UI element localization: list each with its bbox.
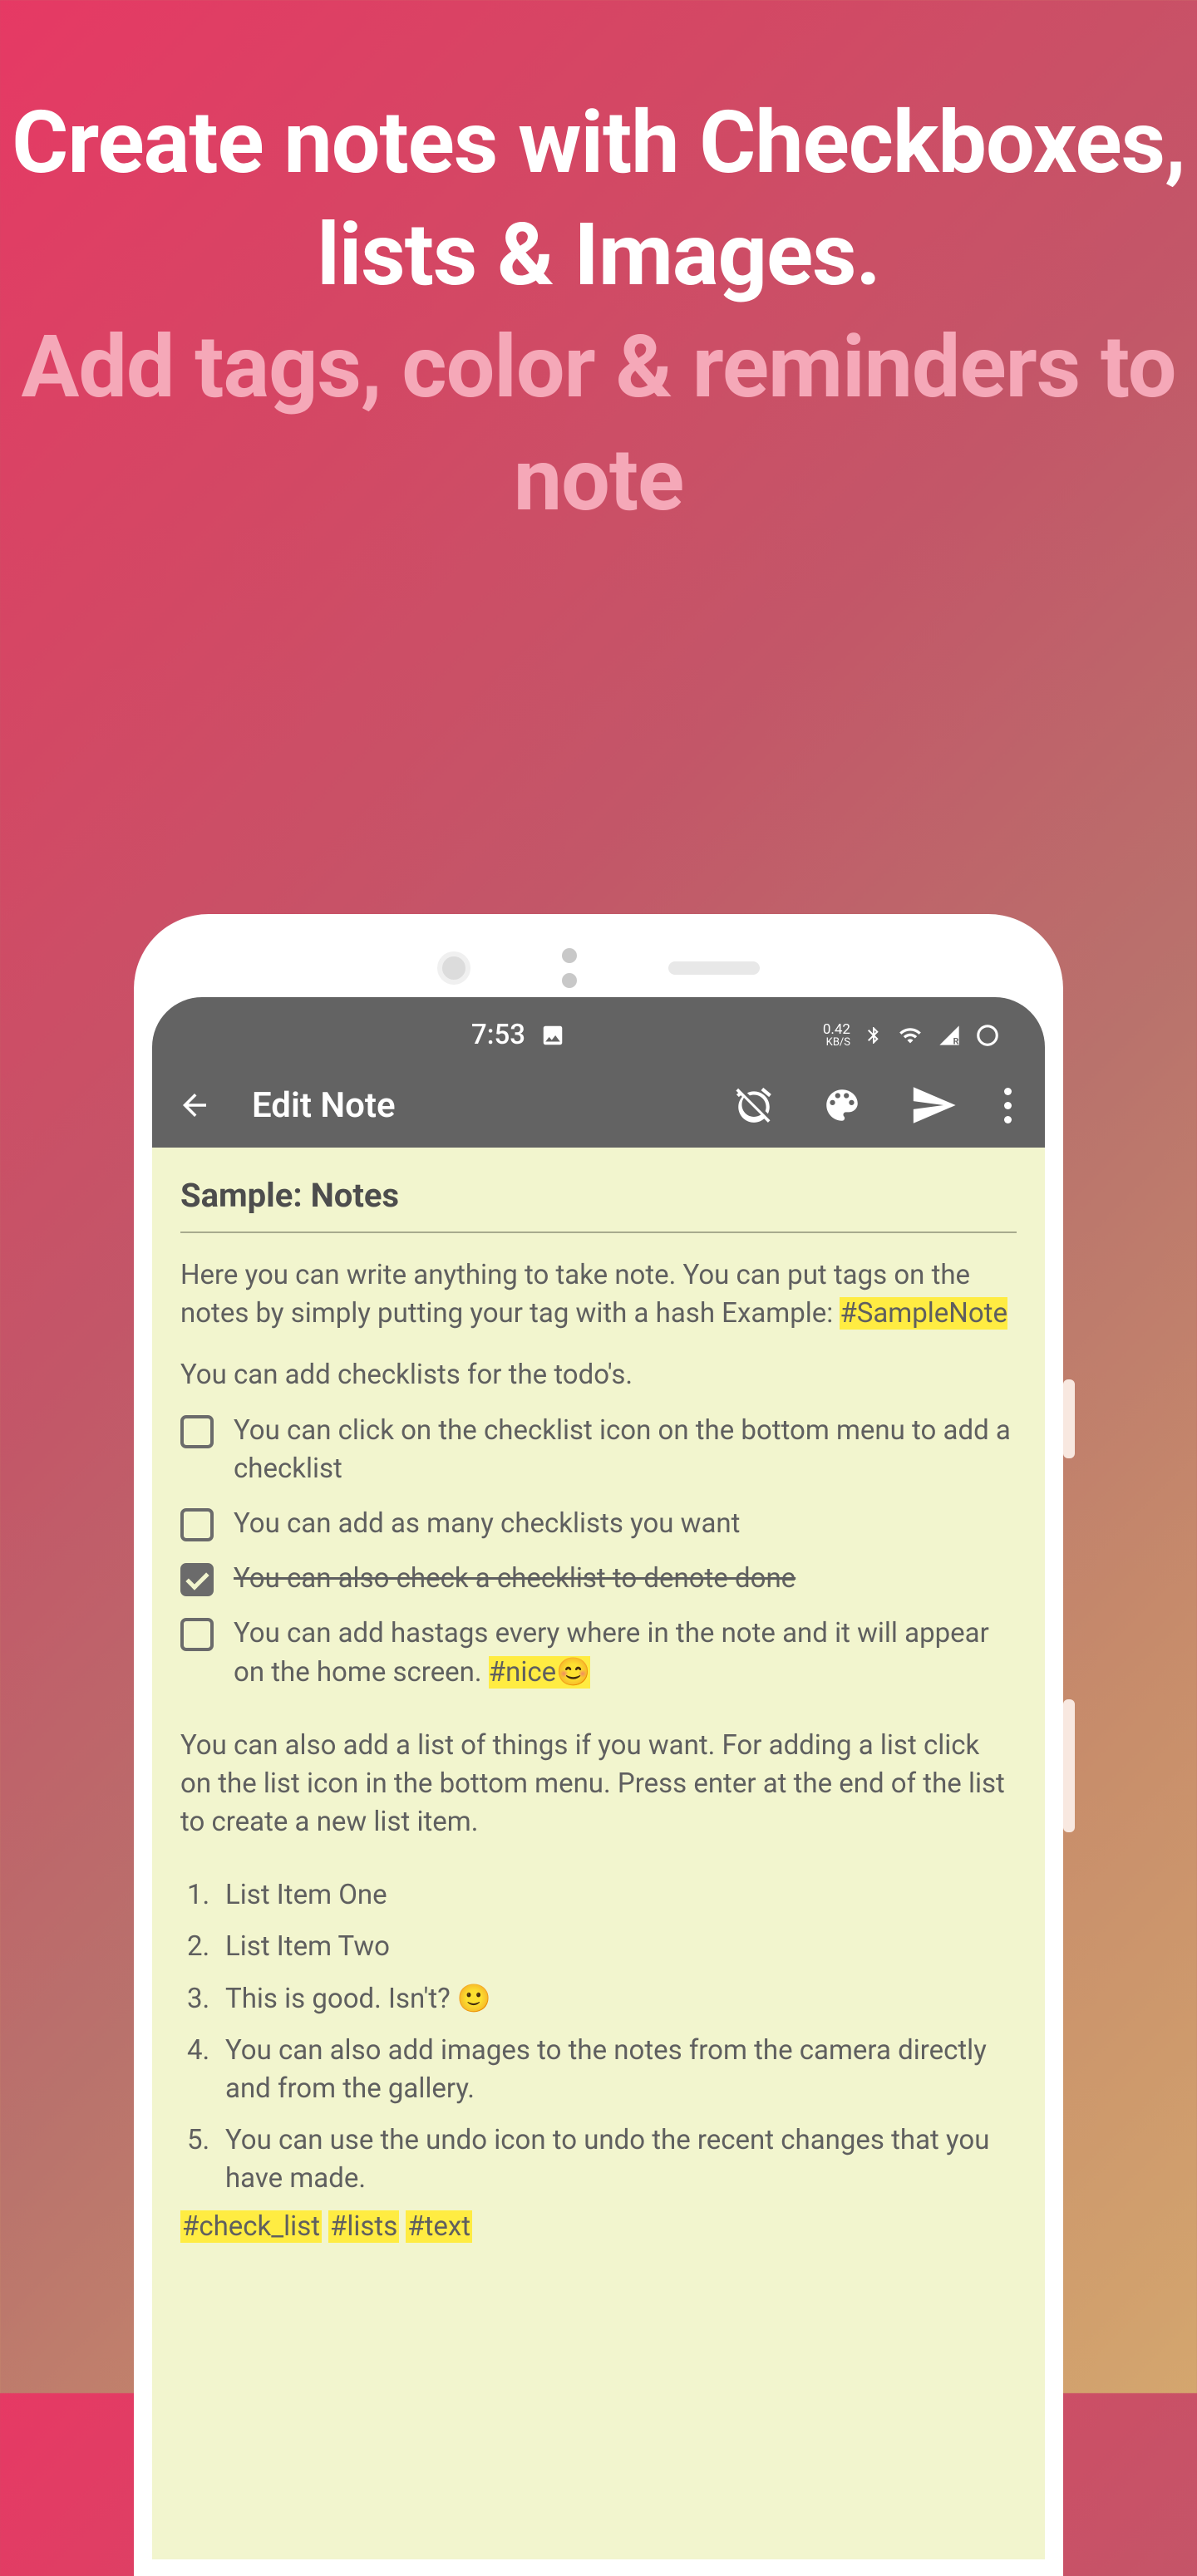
- svg-text:R: R: [953, 1035, 959, 1046]
- phone-screen: 7:53 0.42 KB/S R Edit Note: [152, 997, 1045, 2559]
- hero-line-2: Add tags, color & reminders to note: [0, 312, 1197, 536]
- checkbox[interactable]: [180, 1508, 214, 1541]
- image-icon: [540, 1023, 565, 1048]
- list-intro[interactable]: You can also add a list of things if you…: [180, 1727, 1017, 1842]
- ordered-list[interactable]: 1.List Item One 2.List Item Two 3.This i…: [180, 1876, 1017, 2198]
- overflow-menu-icon[interactable]: [1004, 1088, 1012, 1123]
- hero-line-1: Create notes with Checkboxes, lists & Im…: [0, 87, 1197, 312]
- page-title: Edit Note: [252, 1085, 733, 1126]
- hashtag[interactable]: #lists: [328, 2210, 399, 2243]
- speaker-grille: [668, 961, 760, 975]
- checklist-item[interactable]: You can click on the checklist icon on t…: [180, 1412, 1017, 1488]
- list-item[interactable]: 1.List Item One: [187, 1876, 1017, 1915]
- checklist-item[interactable]: You can add hastags every where in the n…: [180, 1615, 1017, 1691]
- hero-text: Create notes with Checkboxes, lists & Im…: [0, 0, 1197, 537]
- hashtag[interactable]: #text: [406, 2210, 472, 2243]
- status-time: 7:53: [471, 1019, 525, 1051]
- list-item[interactable]: 3.This is good. Isn't? 🙂: [187, 1980, 1017, 2018]
- palette-icon[interactable]: [821, 1084, 863, 1126]
- phone-side-button-2: [1063, 1699, 1075, 1832]
- location-icon: [975, 1023, 1000, 1048]
- checklist-intro[interactable]: You can add checklists for the todo's.: [180, 1356, 1017, 1394]
- checklist-item[interactable]: You can also check a checklist to denote…: [180, 1560, 1017, 1598]
- alarm-off-icon[interactable]: [733, 1084, 775, 1126]
- note-title[interactable]: Sample: Notes: [180, 1176, 1017, 1233]
- list-item[interactable]: 4.You can also add images to the notes f…: [187, 2032, 1017, 2108]
- network-speed: 0.42 KB/S: [823, 1023, 850, 1048]
- hashtag[interactable]: #SampleNote: [840, 1297, 1007, 1330]
- hashtag[interactable]: #check_list: [180, 2210, 322, 2243]
- note-intro[interactable]: Here you can write anything to take note…: [180, 1256, 1017, 1333]
- checklist-item[interactable]: You can add as many checklists you want: [180, 1505, 1017, 1543]
- checkbox-checked[interactable]: [180, 1563, 214, 1596]
- note-body[interactable]: Sample: Notes Here you can write anythin…: [152, 1148, 1045, 2559]
- camera-dot: [437, 951, 470, 985]
- wifi-icon: [897, 1024, 924, 1047]
- back-arrow-icon[interactable]: [177, 1088, 212, 1123]
- send-icon[interactable]: [909, 1081, 958, 1129]
- checklist-text[interactable]: You can add as many checklists you want: [234, 1505, 740, 1543]
- checklist-text[interactable]: You can also check a checklist to denote…: [234, 1560, 796, 1598]
- status-bar: 7:53 0.42 KB/S R: [152, 997, 1045, 1063]
- checkbox[interactable]: [180, 1618, 214, 1651]
- checkbox[interactable]: [180, 1415, 214, 1448]
- list-item[interactable]: 5.You can use the undo icon to undo the …: [187, 2121, 1017, 2198]
- tags-row: #check_list #lists #text: [180, 2210, 1017, 2243]
- phone-hardware-top: [134, 914, 1063, 997]
- checklist-text[interactable]: You can click on the checklist icon on t…: [234, 1412, 1017, 1488]
- phone-side-button-1: [1063, 1379, 1075, 1458]
- signal-icon: R: [937, 1024, 962, 1047]
- checklist-text[interactable]: You can add hastags every where in the n…: [234, 1615, 1017, 1691]
- app-bar: Edit Note: [152, 1063, 1045, 1148]
- phone-frame: 7:53 0.42 KB/S R Edit Note: [134, 914, 1063, 2576]
- list-item[interactable]: 2.List Item Two: [187, 1928, 1017, 1966]
- sensor-dots: [562, 948, 577, 988]
- bluetooth-icon: [864, 1024, 884, 1047]
- hashtag[interactable]: #nice😊: [489, 1656, 590, 1689]
